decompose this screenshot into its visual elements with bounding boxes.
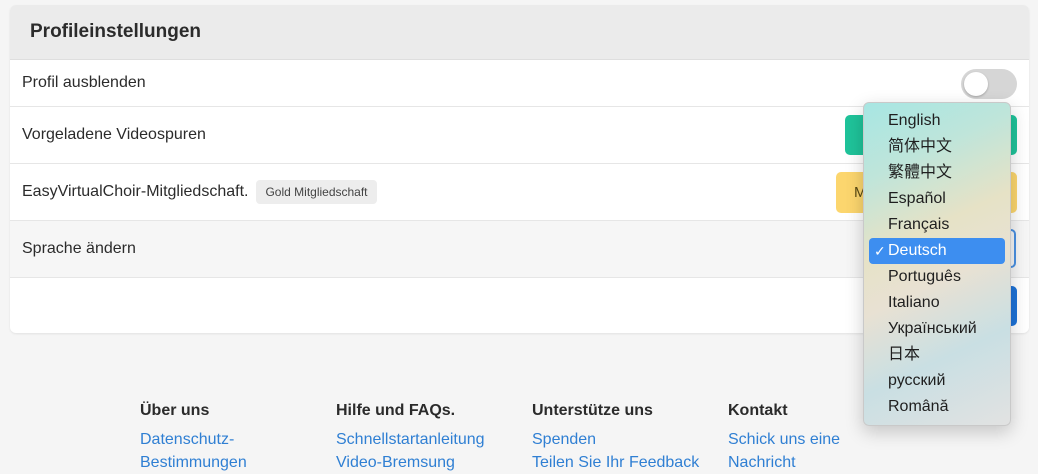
language-option-portuguese[interactable]: Português xyxy=(869,264,1005,290)
language-option-german[interactable]: ✓ Deutsch xyxy=(869,238,1005,264)
language-option-romanian[interactable]: Română xyxy=(869,394,1005,420)
footer-link[interactable]: Schnellstartanleitung xyxy=(336,428,526,451)
membership-badge: Gold Mitgliedschaft xyxy=(256,180,377,204)
option-label: Український xyxy=(888,320,977,337)
change-language-label: Sprache ändern xyxy=(22,240,136,257)
footer-heading: Über uns xyxy=(140,402,210,419)
preloaded-tracks-label: Vorgeladene Videospuren xyxy=(22,126,206,143)
language-dropdown-menu: English 简体中文 繁體中文 Español Français ✓ Deut… xyxy=(863,102,1011,426)
footer-col-help: Hilfe und FAQs. Schnellstartanleitung Vi… xyxy=(336,402,526,474)
footer-link[interactable]: Datenschutz- xyxy=(140,428,330,451)
card-title: Profileinstellungen xyxy=(30,21,202,42)
option-label: Italiano xyxy=(888,294,940,311)
language-option-italian[interactable]: Italiano xyxy=(869,290,1005,316)
option-label: 繁體中文 xyxy=(888,164,953,181)
language-option-french[interactable]: Français xyxy=(869,212,1005,238)
option-label: Español xyxy=(888,190,946,207)
footer-link[interactable]: Teilen Sie Ihr Feedback xyxy=(532,451,722,474)
row-hide-profile: Profil ausblenden xyxy=(10,60,1029,107)
language-option-english[interactable]: English xyxy=(869,108,1005,134)
language-option-ukrainian[interactable]: Український xyxy=(869,316,1005,342)
language-option-traditional-chinese[interactable]: 繁體中文 xyxy=(869,160,1005,186)
footer-link[interactable]: Schick uns eine xyxy=(728,428,918,451)
card-header: Profileinstellungen xyxy=(10,5,1029,60)
option-label: Français xyxy=(888,216,950,233)
footer-heading: Hilfe und FAQs. xyxy=(336,402,456,419)
hide-profile-toggle[interactable] xyxy=(961,69,1017,99)
footer-link[interactable]: Spenden xyxy=(532,428,722,451)
membership-label: EasyVirtualChoir-Mitgliedschaft. xyxy=(22,183,249,200)
option-label: Português xyxy=(888,268,961,285)
option-label: 简体中文 xyxy=(888,138,953,155)
option-label: English xyxy=(888,112,941,129)
option-label: Deutsch xyxy=(888,242,947,259)
language-option-simplified-chinese[interactable]: 简体中文 xyxy=(869,134,1005,160)
footer-link[interactable]: Video-Bremsung xyxy=(336,451,526,474)
option-label: Română xyxy=(888,398,949,415)
footer-col-support: Unterstütze uns Spenden Teilen Sie Ihr F… xyxy=(532,402,722,474)
toggle-knob xyxy=(964,72,988,96)
footer-link[interactable]: Nachricht xyxy=(728,451,918,474)
checkmark-icon: ✓ xyxy=(874,243,886,259)
footer-link[interactable]: Bestimmungen xyxy=(140,451,330,474)
language-option-japanese[interactable]: 日本 xyxy=(869,342,1005,368)
footer-col-about: Über uns Datenschutz- Bestimmungen xyxy=(140,402,330,474)
language-option-spanish[interactable]: Español xyxy=(869,186,1005,212)
footer-heading: Unterstütze uns xyxy=(532,402,653,419)
option-label: русский xyxy=(888,372,946,389)
option-label: 日本 xyxy=(888,346,921,363)
hide-profile-label: Profil ausblenden xyxy=(22,74,146,91)
language-option-russian[interactable]: русский xyxy=(869,368,1005,394)
